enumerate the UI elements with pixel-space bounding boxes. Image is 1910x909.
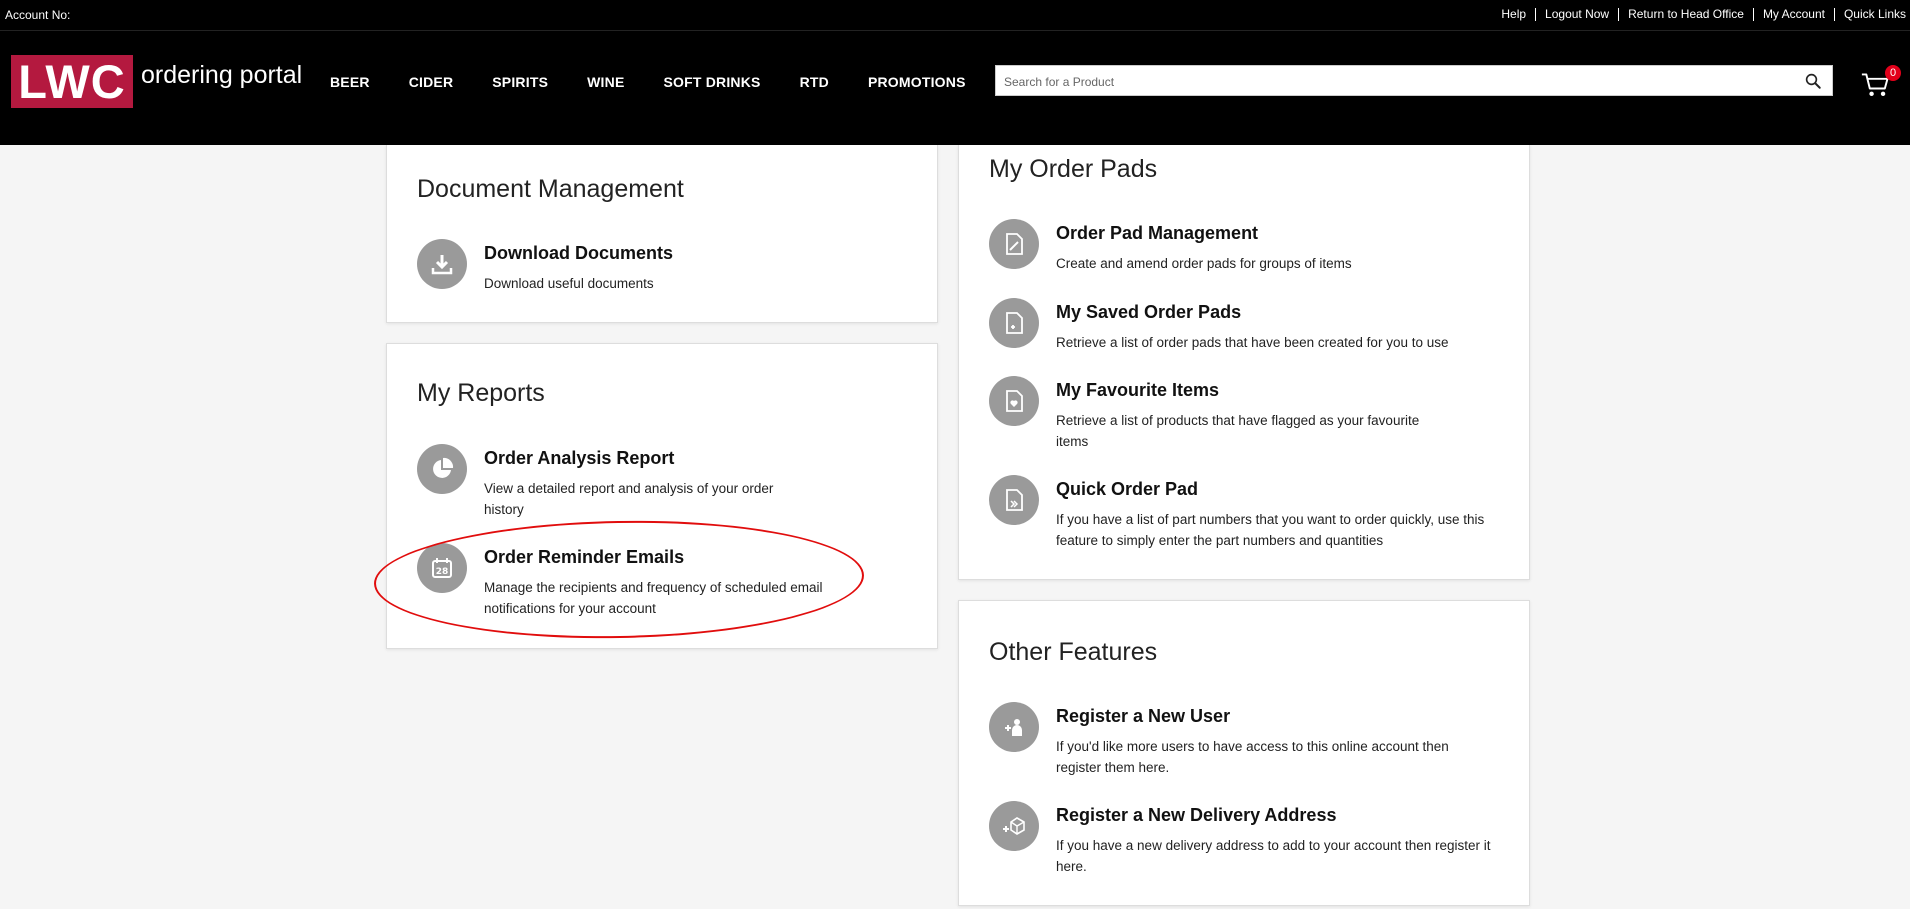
nav-spirits[interactable]: SPIRITS xyxy=(492,74,548,90)
help-link[interactable]: Help xyxy=(1492,8,1535,21)
account-number-label: Account No: xyxy=(5,8,71,22)
my-order-pads-panel: My Order Pads Order Pad Management Creat… xyxy=(958,145,1530,580)
my-account-link[interactable]: My Account xyxy=(1752,8,1834,21)
register-delivery-address-title[interactable]: Register a New Delivery Address xyxy=(1056,805,1336,826)
cart-button[interactable]: 0 xyxy=(1861,65,1901,99)
register-delivery-address-desc: If you have a new delivery address to ad… xyxy=(1056,838,1491,874)
register-new-user-desc: If you'd like more users to have access … xyxy=(1056,739,1449,775)
my-saved-order-pads-title[interactable]: My Saved Order Pads xyxy=(1056,302,1241,323)
nav-rtd[interactable]: RTD xyxy=(800,74,829,90)
other-features-title: Other Features xyxy=(989,638,1158,666)
other-features-panel: Other Features Register a New User If yo… xyxy=(958,600,1530,906)
download-icon xyxy=(417,239,467,289)
my-favourite-items-desc: Retrieve a list of products that have fl… xyxy=(1056,413,1420,449)
document-fast-icon xyxy=(989,475,1039,525)
main-header: LWC ordering portal BEER CIDER SPIRITS W… xyxy=(0,31,1910,145)
utility-links: Help Logout Now Return to Head Office My… xyxy=(1492,8,1908,21)
search-icon[interactable] xyxy=(1804,72,1822,90)
download-documents-desc: Download useful documents xyxy=(484,276,654,291)
quick-order-pad-desc: If you have a list of part numbers that … xyxy=(1056,512,1485,548)
document-add-icon xyxy=(989,298,1039,348)
my-favourite-items-title[interactable]: My Favourite Items xyxy=(1056,380,1219,401)
main-nav: BEER CIDER SPIRITS WINE SOFT DRINKS RTD … xyxy=(330,74,1005,90)
utility-bar: Account No: Help Logout Now Return to He… xyxy=(0,0,1910,31)
product-search xyxy=(995,65,1833,96)
search-input[interactable] xyxy=(1002,72,1786,92)
nav-promotions[interactable]: PROMOTIONS xyxy=(868,74,966,90)
return-head-office-link[interactable]: Return to Head Office xyxy=(1618,8,1753,21)
nav-cider[interactable]: CIDER xyxy=(409,74,454,90)
register-new-user-title[interactable]: Register a New User xyxy=(1056,706,1230,727)
order-analysis-report-title[interactable]: Order Analysis Report xyxy=(484,448,674,469)
logo-text[interactable]: ordering portal xyxy=(141,61,302,90)
logout-link[interactable]: Logout Now xyxy=(1535,8,1618,21)
add-box-icon xyxy=(989,801,1039,851)
quick-order-pad-title[interactable]: Quick Order Pad xyxy=(1056,479,1198,500)
quick-links-link[interactable]: Quick Links xyxy=(1833,8,1908,21)
download-documents-title[interactable]: Download Documents xyxy=(484,243,673,264)
edit-document-icon xyxy=(989,219,1039,269)
order-analysis-report-desc: View a detailed report and analysis of y… xyxy=(484,481,774,517)
nav-beer[interactable]: BEER xyxy=(330,74,370,90)
my-order-pads-title: My Order Pads xyxy=(989,155,1158,183)
document-heart-icon xyxy=(989,376,1039,426)
nav-wine[interactable]: WINE xyxy=(587,74,624,90)
document-management-panel: Document Management Download Documents D… xyxy=(386,145,938,323)
add-user-icon xyxy=(989,702,1039,752)
my-saved-order-pads-desc: Retrieve a list of order pads that have … xyxy=(1056,335,1449,350)
pie-chart-icon xyxy=(417,444,467,494)
order-pad-management-desc: Create and amend order pads for groups o… xyxy=(1056,256,1352,271)
order-pad-management-title[interactable]: Order Pad Management xyxy=(1056,223,1258,244)
document-management-title: Document Management xyxy=(417,175,684,203)
lwc-logo[interactable]: LWC xyxy=(11,55,133,108)
my-reports-title: My Reports xyxy=(417,379,545,407)
cart-count-badge: 0 xyxy=(1885,65,1901,81)
nav-soft-drinks[interactable]: SOFT DRINKS xyxy=(663,74,760,90)
